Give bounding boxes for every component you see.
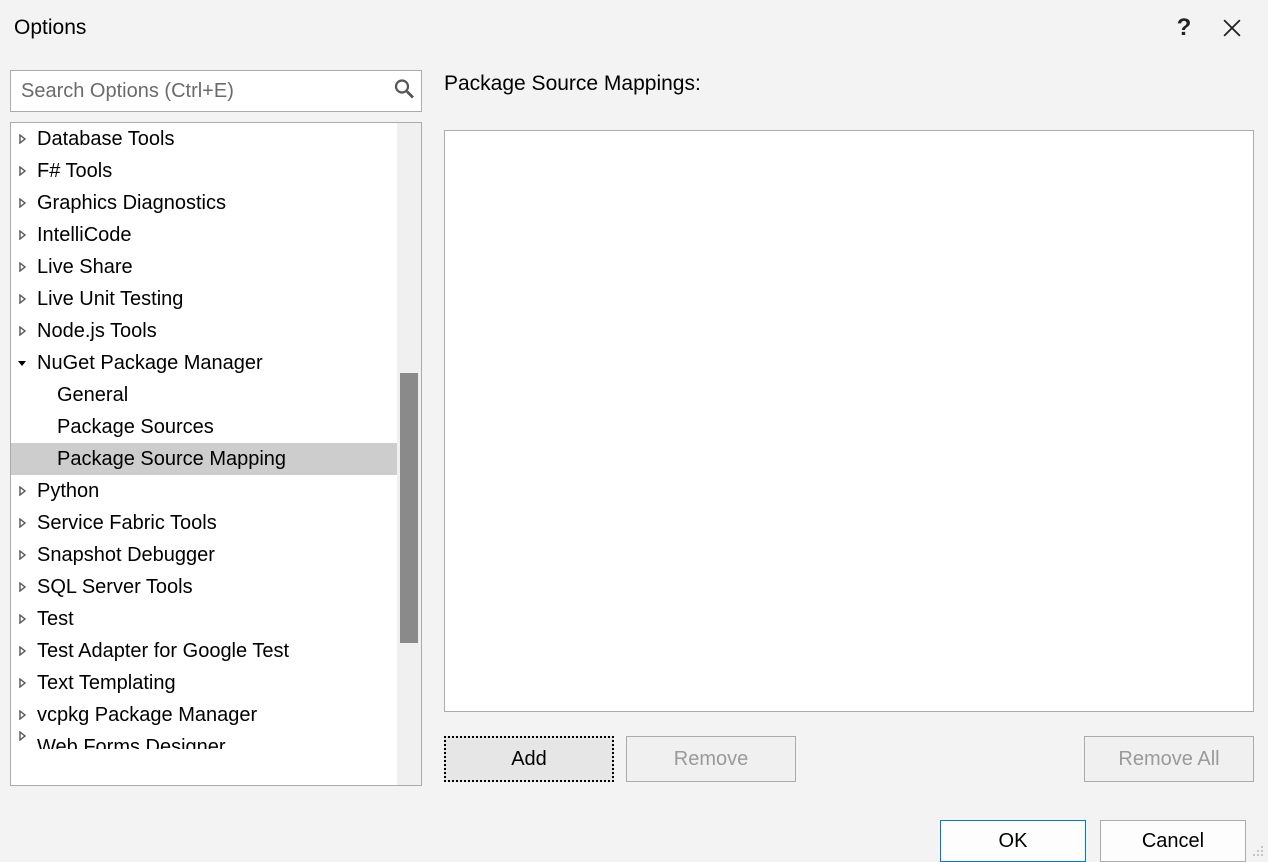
chevron-right-icon[interactable] xyxy=(15,731,29,741)
tree-item-label: Service Fabric Tools xyxy=(37,507,217,539)
resize-grip[interactable] xyxy=(1252,844,1266,858)
section-heading: Package Source Mappings: xyxy=(444,72,1254,96)
chevron-right-icon[interactable] xyxy=(15,262,29,272)
tree-item-label: Package Source Mapping xyxy=(57,443,286,475)
tree-item[interactable]: Python xyxy=(11,475,397,507)
remove-button[interactable]: Remove xyxy=(626,736,796,782)
tree-item-label: Live Unit Testing xyxy=(37,283,183,315)
remove-all-button[interactable]: Remove All xyxy=(1084,736,1254,782)
tree-item[interactable]: Web Forms Designer xyxy=(11,731,397,749)
tree-item[interactable]: Live Share xyxy=(11,251,397,283)
chevron-right-icon[interactable] xyxy=(15,646,29,656)
chevron-right-icon[interactable] xyxy=(15,582,29,592)
tree-item[interactable]: Test xyxy=(11,603,397,635)
chevron-right-icon[interactable] xyxy=(15,326,29,336)
search-container xyxy=(10,70,422,112)
tree-item-label: Database Tools xyxy=(37,123,175,155)
tree-item-label: Test Adapter for Google Test xyxy=(37,635,289,667)
tree-item-label: Python xyxy=(37,475,99,507)
tree-scroll-thumb[interactable] xyxy=(400,373,418,643)
tree-item[interactable]: IntelliCode xyxy=(11,219,397,251)
tree-item[interactable]: NuGet Package Manager xyxy=(11,347,397,379)
tree-item[interactable]: vcpkg Package Manager xyxy=(11,699,397,731)
chevron-right-icon[interactable] xyxy=(15,134,29,144)
mappings-button-row: Add Remove Remove All xyxy=(444,736,1254,782)
help-button[interactable]: ? xyxy=(1160,4,1208,52)
tree-item[interactable]: Graphics Diagnostics xyxy=(11,187,397,219)
chevron-right-icon[interactable] xyxy=(15,614,29,624)
tree-item-label: Text Templating xyxy=(37,667,176,699)
tree-item-label: Web Forms Designer xyxy=(37,731,226,749)
window-title: Options xyxy=(14,16,1160,40)
chevron-right-icon[interactable] xyxy=(15,198,29,208)
tree-item-label: Test xyxy=(37,603,74,635)
add-button[interactable]: Add xyxy=(444,736,614,782)
tree-item[interactable]: Database Tools xyxy=(11,123,397,155)
tree-item-label: Package Sources xyxy=(57,411,214,443)
chevron-right-icon[interactable] xyxy=(15,230,29,240)
tree-item[interactable]: Text Templating xyxy=(11,667,397,699)
tree-item[interactable]: Package Sources xyxy=(11,411,397,443)
chevron-right-icon[interactable] xyxy=(15,294,29,304)
close-button[interactable] xyxy=(1208,4,1256,52)
chevron-right-icon[interactable] xyxy=(15,550,29,560)
tree-item[interactable]: F# Tools xyxy=(11,155,397,187)
chevron-right-icon[interactable] xyxy=(15,486,29,496)
ok-button[interactable]: OK xyxy=(940,820,1086,862)
tree-item[interactable]: General xyxy=(11,379,397,411)
tree-item[interactable]: SQL Server Tools xyxy=(11,571,397,603)
tree-item-label: IntelliCode xyxy=(37,219,132,251)
tree-item[interactable]: Node.js Tools xyxy=(11,315,397,347)
cancel-button[interactable]: Cancel xyxy=(1100,820,1246,862)
mappings-listbox[interactable] xyxy=(444,130,1254,712)
tree-item-label: Node.js Tools xyxy=(37,315,157,347)
chevron-right-icon[interactable] xyxy=(15,166,29,176)
tree-item[interactable]: Live Unit Testing xyxy=(11,283,397,315)
tree-item-label: Graphics Diagnostics xyxy=(37,187,226,219)
tree-item[interactable]: Service Fabric Tools xyxy=(11,507,397,539)
tree-scrollbar[interactable] xyxy=(397,123,421,785)
tree-item-label: NuGet Package Manager xyxy=(37,347,263,379)
chevron-down-icon[interactable] xyxy=(15,358,29,368)
tree-item-label: Live Share xyxy=(37,251,133,283)
tree-item-label: General xyxy=(57,379,128,411)
tree-item[interactable]: Test Adapter for Google Test xyxy=(11,635,397,667)
tree-item[interactable]: Package Source Mapping xyxy=(11,443,397,475)
close-icon xyxy=(1223,19,1241,37)
chevron-right-icon[interactable] xyxy=(15,710,29,720)
titlebar: Options ? xyxy=(0,0,1268,56)
dialog-footer: OK Cancel xyxy=(0,786,1268,862)
options-tree: Database ToolsF# ToolsGraphics Diagnosti… xyxy=(10,122,422,786)
tree-item[interactable]: Snapshot Debugger xyxy=(11,539,397,571)
tree-item-label: SQL Server Tools xyxy=(37,571,193,603)
search-input[interactable] xyxy=(10,70,422,112)
tree-item-label: vcpkg Package Manager xyxy=(37,699,257,731)
tree-item-label: F# Tools xyxy=(37,155,112,187)
chevron-right-icon[interactable] xyxy=(15,678,29,688)
tree-item-label: Snapshot Debugger xyxy=(37,539,215,571)
chevron-right-icon[interactable] xyxy=(15,518,29,528)
